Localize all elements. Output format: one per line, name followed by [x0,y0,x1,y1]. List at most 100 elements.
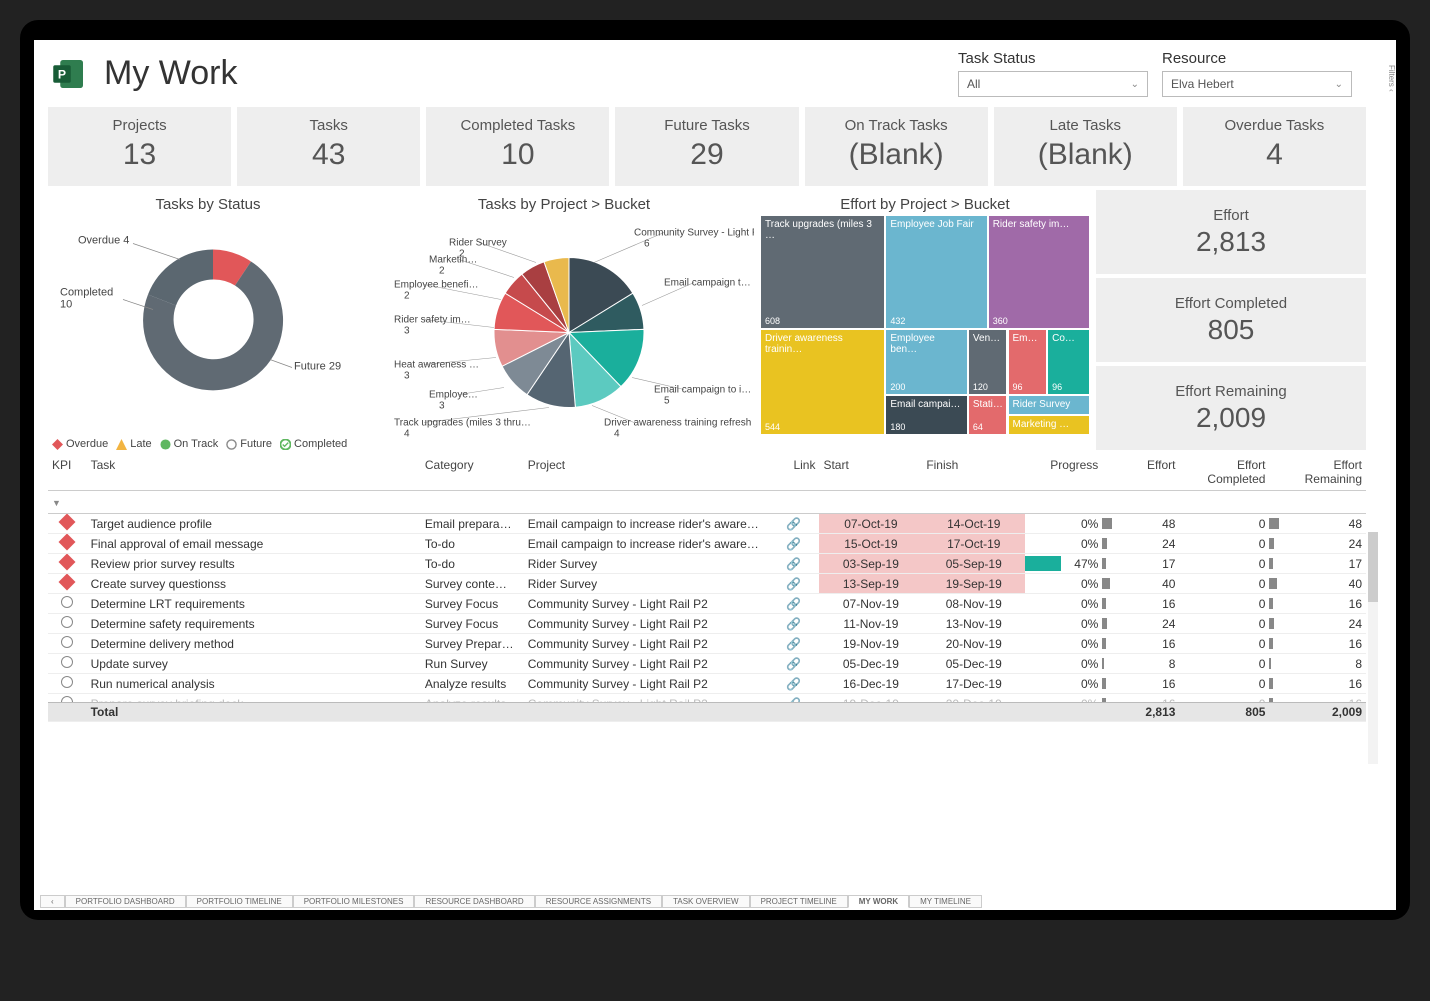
treemap-label: Track upgrades (miles 3 … [765,219,872,241]
link-icon[interactable]: 🔗 [786,657,801,671]
table-header[interactable]: Link [768,454,819,491]
treemap-cell[interactable]: Employee Job Fair 432 [885,215,987,329]
table-row[interactable]: Determine LRT requirements Survey Focus … [48,594,1366,614]
kpi-card[interactable]: Late Tasks (Blank) [994,107,1177,186]
table-row[interactable]: Review prior survey results To-do Rider … [48,554,1366,574]
treemap-cell[interactable]: Driver awareness trainin… 544 [760,329,885,435]
effort-card[interactable]: Effort 2,813 [1096,190,1366,274]
treemap-cell[interactable]: Marketing … [1008,415,1091,435]
legend-item[interactable]: Late [116,438,151,450]
svg-text:3: 3 [404,371,410,382]
task-status-dropdown[interactable]: All ⌄ [958,71,1148,97]
effort-card[interactable]: Effort Remaining 2,009 [1096,366,1366,450]
kpi-card[interactable]: Future Tasks 29 [615,107,798,186]
treemap-cell[interactable]: Email campai… 180 [885,395,968,435]
table-header[interactable]: Finish [922,454,1025,491]
link-icon[interactable]: 🔗 [786,617,801,631]
report-tab[interactable]: RESOURCE DASHBOARD [414,895,534,908]
effort-card[interactable]: Effort Completed 805 [1096,278,1366,362]
treemap-cell[interactable]: Track upgrades (miles 3 … 608 [760,215,885,329]
tab-nav-left[interactable]: ‹ [40,895,65,908]
treemap-cell[interactable]: Employee ben… 200 [885,329,968,395]
start-date: 07-Oct-19 [819,514,922,534]
table-header[interactable]: Task [87,454,421,491]
report-tab[interactable]: PORTFOLIO TIMELINE [186,895,293,908]
report-tab[interactable]: PORTFOLIO DASHBOARD [65,895,186,908]
effort-completed-cell: 0 [1179,654,1269,674]
task-name: Target audience profile [87,514,421,534]
treemap-cell[interactable]: Rider safety im… 360 [988,215,1090,329]
table-header[interactable]: Effort Completed [1179,454,1269,491]
report-tab[interactable]: MY WORK [848,895,909,908]
link-icon[interactable]: 🔗 [786,597,801,611]
report-tab[interactable]: RESOURCE ASSIGNMENTS [535,895,662,908]
table-row[interactable]: Create survey questionss Survey conte… R… [48,574,1366,594]
table-row[interactable]: Determine delivery method Survey Prepar…… [48,634,1366,654]
resource-dropdown[interactable]: Elva Hebert ⌄ [1162,71,1352,97]
table-row[interactable]: Update survey Run Survey Community Surve… [48,654,1366,674]
link-icon[interactable]: 🔗 [786,517,801,531]
kpi-future-icon [61,656,73,668]
chart-effort-by-project[interactable]: Effort by Project > Bucket Track upgrade… [760,190,1090,450]
kpi-card[interactable]: Completed Tasks 10 [426,107,609,186]
link-icon[interactable]: 🔗 [786,637,801,651]
table-header[interactable]: KPI [48,454,87,491]
treemap-value: 360 [993,316,1008,326]
report-tab[interactable]: PROJECT TIMELINE [750,895,848,908]
task-project: Community Survey - Light Rail P2 [524,694,768,702]
report-tab[interactable]: MY TIMELINE [909,895,982,908]
link-icon[interactable]: 🔗 [786,537,801,551]
table-row[interactable]: Final approval of email message To-do Em… [48,534,1366,554]
progress-cell: 0% [1025,594,1102,614]
effort-remaining-cell: 16 [1269,674,1366,694]
kpi-card[interactable]: Tasks 43 [237,107,420,186]
table-scrollbar[interactable] [1368,532,1378,764]
legend-item[interactable]: On Track [160,438,219,450]
finish-date: 05-Sep-19 [922,554,1025,574]
kpi-card[interactable]: Projects 13 [48,107,231,186]
start-date: 05-Dec-19 [819,654,922,674]
legend-item[interactable]: Future [226,438,272,450]
legend-item[interactable]: Overdue [52,438,108,450]
treemap-cell[interactable]: Em… 96 [1008,329,1048,395]
chart-tasks-by-project[interactable]: Tasks by Project > Bucket Community Surv… [374,190,754,450]
finish-date: 17-Dec-19 [922,674,1025,694]
effort-remaining-cell: 16 [1269,634,1366,654]
header: P My Work Task Status All ⌄ Resource Elv… [34,40,1396,101]
legend-item[interactable]: Completed [280,438,347,450]
link-icon[interactable]: 🔗 [786,677,801,691]
task-category: Survey Focus [421,614,524,634]
treemap-cell[interactable]: Ven… 120 [968,329,1008,395]
table-row[interactable]: Target audience profile Email prepara… E… [48,514,1366,534]
effort-cell: 24 [1102,534,1179,554]
chart-tasks-by-status[interactable]: Tasks by Status Overdue 4 Completed 10 F… [48,190,368,450]
table-header[interactable]: Start [819,454,922,491]
table-row[interactable]: Determine safety requirements Survey Foc… [48,614,1366,634]
kpi-card[interactable]: Overdue Tasks 4 [1183,107,1366,186]
treemap-cell[interactable]: Rider Survey [1008,395,1091,415]
table-row[interactable]: Prepare survey briefing deck Analyze res… [48,694,1366,702]
table-header[interactable]: Project [524,454,768,491]
finish-date: 13-Nov-19 [922,614,1025,634]
effort-label: Effort [1100,207,1362,224]
finish-date: 17-Oct-19 [922,534,1025,554]
chevron-down-icon: ⌄ [1335,79,1343,90]
report-tab[interactable]: PORTFOLIO MILESTONES [293,895,415,908]
task-project: Community Survey - Light Rail P2 [524,614,768,634]
table-header[interactable]: Effort [1102,454,1179,491]
treemap-cell[interactable]: Co… 96 [1047,329,1090,395]
table-header[interactable]: Effort Remaining [1269,454,1366,491]
effort-cell: 16 [1102,674,1179,694]
treemap-value: 64 [973,422,983,432]
report-tab[interactable]: TASK OVERVIEW [662,895,750,908]
link-icon[interactable]: 🔗 [786,577,801,591]
sort-indicator-icon[interactable]: ▼ [52,498,61,508]
table-row[interactable]: Run numerical analysis Analyze results C… [48,674,1366,694]
link-icon[interactable]: 🔗 [786,697,801,703]
filters-pane-toggle[interactable]: Filters ‹ [1378,45,1396,92]
treemap-cell[interactable]: Stati… 64 [968,395,1008,435]
table-header[interactable]: Progress [1025,454,1102,491]
link-icon[interactable]: 🔗 [786,557,801,571]
table-header[interactable]: Category [421,454,524,491]
kpi-card[interactable]: On Track Tasks (Blank) [805,107,988,186]
